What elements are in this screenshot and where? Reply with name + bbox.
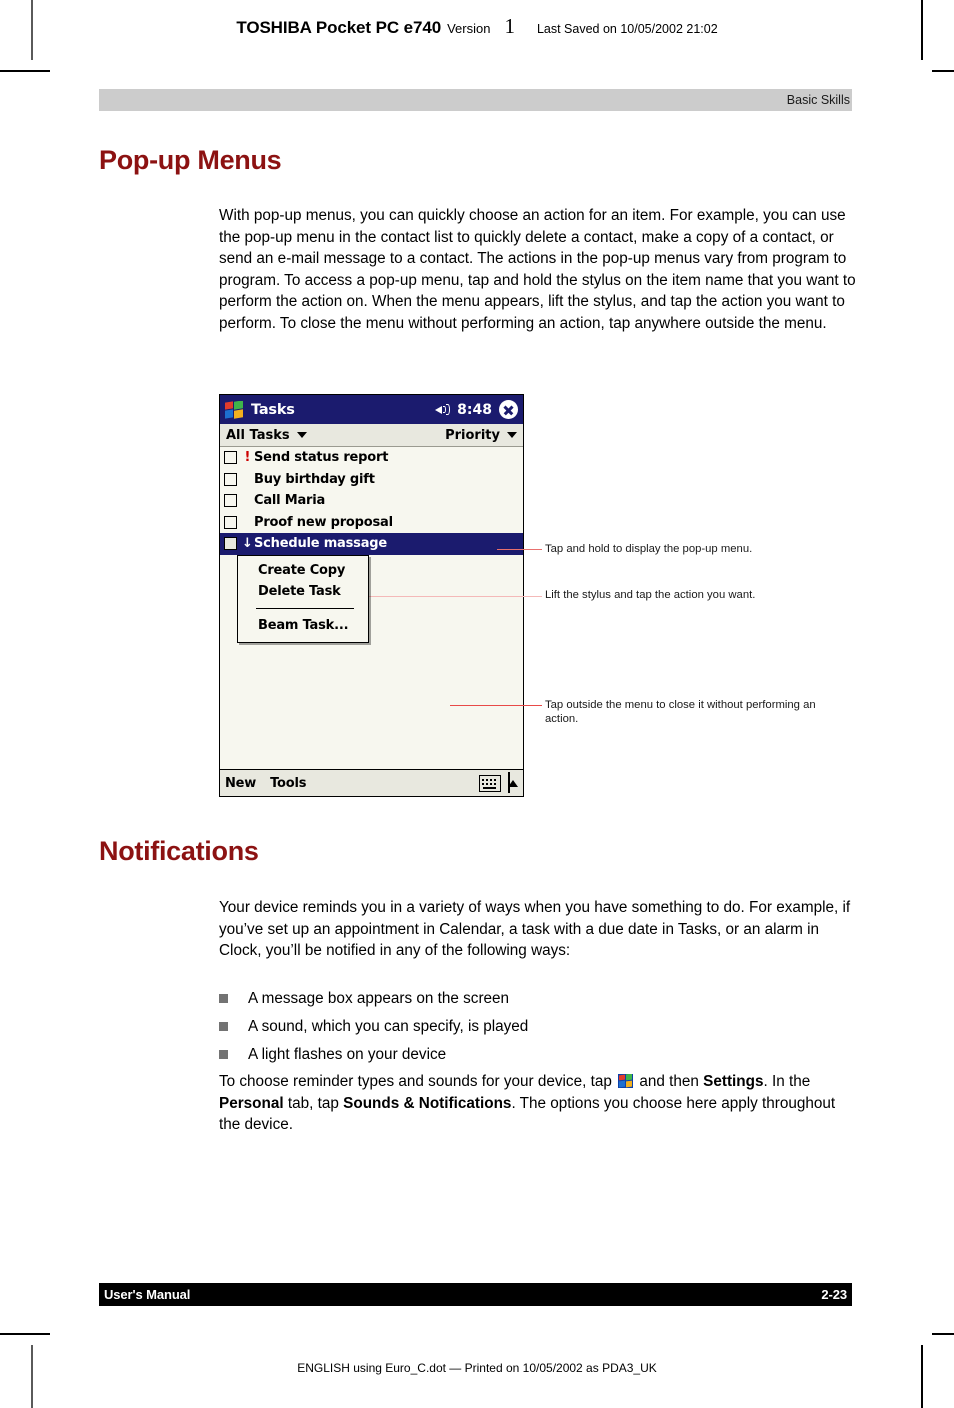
list-item: A sound, which you can specify, is playe…	[219, 1016, 856, 1038]
list-item-label: A message box appears on the screen	[248, 990, 510, 1007]
header-last-saved: Last Saved on 10/05/2002 21:02	[536, 22, 718, 36]
device-bottom-toolbar: New Tools	[220, 769, 523, 796]
task-checkbox[interactable]	[224, 451, 237, 465]
task-checkbox[interactable]	[224, 537, 237, 551]
chevron-down-icon	[296, 432, 307, 438]
task-priority-marker: !	[244, 450, 251, 466]
closing-bold-personal: Personal	[219, 1094, 284, 1112]
menu-separator	[256, 608, 354, 609]
callout-lift-stylus: Lift the stylus and tap the action you w…	[545, 589, 756, 601]
callout-leader-line	[497, 549, 542, 550]
running-head-bar: Basic Skills	[99, 89, 852, 111]
closing-bold-sounds-notifications: Sounds & Notifications	[343, 1094, 512, 1112]
paragraph-notifications-closing: To choose reminder types and sounds for …	[219, 1071, 856, 1136]
task-checkbox[interactable]	[224, 472, 237, 486]
menu-item-create-copy[interactable]: Create Copy	[238, 560, 368, 581]
task-row-selected[interactable]: ↓ Schedule massage	[220, 533, 523, 555]
crop-mark-bottom-right-vertical	[921, 1345, 923, 1408]
speaker-icon[interactable]	[435, 403, 451, 416]
clock-label[interactable]: 8:48	[457, 402, 492, 418]
task-row[interactable]: Proof new proposal	[220, 512, 523, 534]
square-bullet-icon	[219, 994, 228, 1003]
document-header: TOSHIBA Pocket PC e740 Version 1 Last Sa…	[0, 14, 954, 39]
task-name-label: Schedule massage	[254, 536, 387, 552]
paragraph-popup-menus: With pop-up menus, you can quickly choos…	[219, 207, 856, 332]
menu-item-delete-task[interactable]: Delete Task	[238, 581, 368, 602]
crop-mark-top-left-horizontal	[0, 70, 50, 72]
footer-page-number: 2-23	[821, 1287, 847, 1302]
page-title-popup-menus: Pop-up Menus	[99, 145, 282, 175]
square-bullet-icon	[219, 1022, 228, 1031]
menu-item-beam-task[interactable]: Beam Task...	[238, 615, 368, 636]
tools-button[interactable]: Tools	[270, 776, 306, 791]
callout-tap-outside: Tap outside the menu to close it without…	[545, 699, 816, 725]
close-icon[interactable]	[499, 400, 518, 419]
crop-mark-bottom-right-horizontal	[932, 1333, 954, 1335]
running-head-label: Basic Skills	[786, 93, 850, 107]
list-item-label: A sound, which you can specify, is playe…	[248, 1018, 529, 1035]
task-priority-marker: ↓	[242, 536, 253, 552]
print-source-line: ENGLISH using Euro_C.dot — Printed on 10…	[297, 1361, 657, 1375]
paragraph-notifications: Your device reminds you in a variety of …	[219, 899, 851, 959]
page-title-notifications: Notifications	[99, 836, 259, 866]
task-row[interactable]: Call Maria	[220, 490, 523, 512]
task-row[interactable]: Buy birthday gift	[220, 469, 523, 491]
device-filter-bar: All Tasks Priority	[220, 424, 523, 447]
callout-tap-and-hold: Tap and hold to display the pop-up menu.	[545, 543, 753, 555]
windows-start-icon	[618, 1074, 634, 1088]
closing-text-part3: . In the	[763, 1073, 811, 1090]
task-checkbox[interactable]	[224, 515, 237, 529]
device-title-label: Tasks	[251, 401, 295, 418]
new-button[interactable]: New	[225, 776, 256, 791]
task-list: ! Send status report Buy birthday gift C…	[220, 447, 523, 555]
closing-bold-settings: Settings	[703, 1073, 764, 1090]
callout-leader-line	[450, 705, 542, 706]
crop-mark-bottom-left-horizontal	[0, 1333, 50, 1335]
closing-text-part4: tab, tap	[283, 1094, 344, 1112]
device-title-status-group: 8:48	[435, 395, 518, 424]
filter-all-tasks-dropdown[interactable]: All Tasks	[226, 428, 307, 443]
footer-bar: User's Manual 2-23	[99, 1283, 852, 1306]
filter-priority-label: Priority	[445, 427, 500, 443]
filter-priority-dropdown[interactable]: Priority	[445, 428, 517, 443]
header-brand: TOSHIBA Pocket PC e740	[236, 18, 442, 37]
list-item: A message box appears on the screen	[219, 988, 856, 1010]
context-popup-menu: Create Copy Delete Task Beam Task...	[237, 555, 369, 643]
square-bullet-icon	[219, 1050, 228, 1059]
task-name-label: Send status report	[254, 450, 389, 466]
crop-mark-bottom-left-vertical	[31, 1345, 33, 1408]
crop-mark-top-right-horizontal	[932, 70, 954, 72]
task-row[interactable]: ! Send status report	[220, 447, 523, 469]
task-name-label: Call Maria	[254, 493, 326, 509]
footer-manual-label: User's Manual	[104, 1287, 191, 1302]
task-name-label: Proof new proposal	[254, 514, 393, 530]
notification-bullet-list: A message box appears on the screen A so…	[219, 988, 856, 1072]
task-checkbox[interactable]	[224, 494, 237, 508]
list-item: A light flashes on your device	[219, 1044, 856, 1066]
keyboard-icon[interactable]	[479, 774, 501, 792]
header-version-label: Version	[447, 21, 491, 36]
chevron-down-icon	[507, 432, 517, 438]
list-item-label: A light flashes on your device	[248, 1046, 447, 1063]
task-name-label: Buy birthday gift	[254, 471, 375, 487]
windows-start-icon[interactable]	[225, 400, 244, 419]
closing-text-part1: To choose reminder types and sounds for …	[219, 1073, 617, 1090]
closing-text-part2: and then	[635, 1073, 704, 1090]
toolbar-divider	[508, 772, 510, 793]
header-version-number: 1	[504, 14, 515, 38]
filter-all-tasks-label: All Tasks	[226, 427, 290, 443]
device-title-bar: Tasks 8:48	[220, 395, 523, 424]
